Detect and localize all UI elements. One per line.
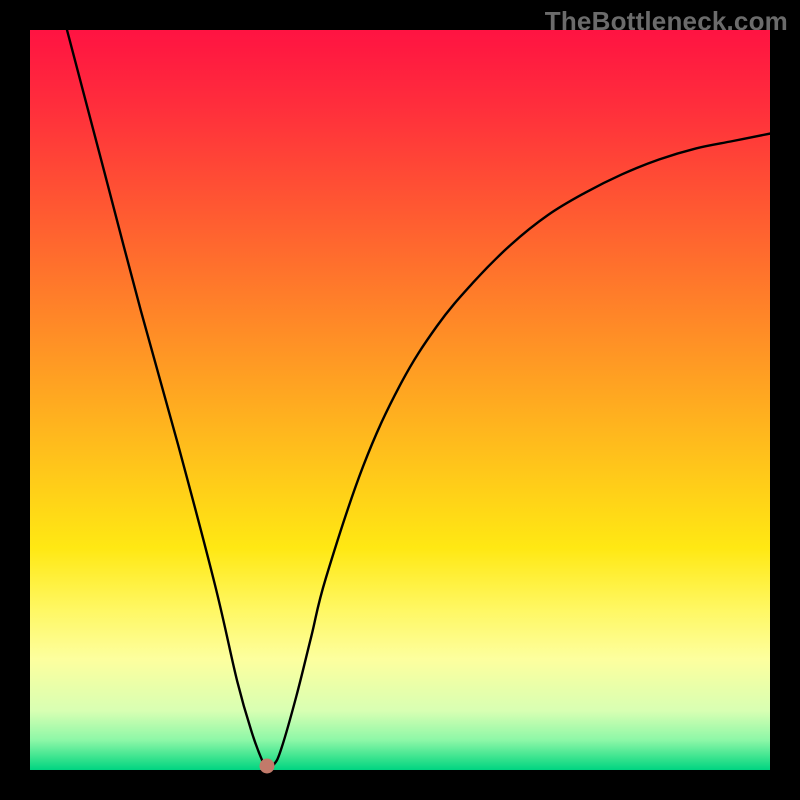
curve-layer [30,30,770,770]
chart-frame: TheBottleneck.com [0,0,800,800]
plot-area [30,30,770,770]
minimum-marker [259,759,274,774]
bottleneck-curve [67,30,770,767]
